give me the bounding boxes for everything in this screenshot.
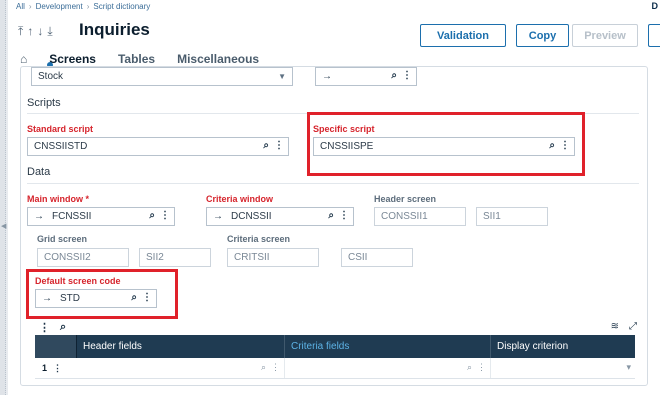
table-row[interactable]: 1 ⋮ ⌕ ⋮ ⌕ ⋮ ▾ (35, 358, 635, 379)
field-icons: ⌕ ⋮ (391, 70, 412, 81)
grid-screen-field: CONSSII2 (37, 248, 129, 267)
page: All › Development › Script dictionary D … (8, 0, 660, 395)
page-title: Inquiries (79, 20, 150, 39)
criteria-screen-abbrev-field: CSII (341, 248, 413, 267)
stock-value: Stock (38, 71, 64, 82)
standard-script-field[interactable]: CNSSIISTD ⌕ ⋮ (27, 137, 289, 156)
main-window-label: Main window * (27, 194, 89, 204)
collapse-arrow-icon[interactable]: ◀ (1, 222, 6, 230)
home-icon[interactable]: ⌂ (20, 52, 27, 66)
row-menu-icon[interactable]: ⋮ (53, 363, 77, 374)
highlight-box-default-screen (26, 269, 178, 319)
grid-toolbar-right: ≋ ⤢ (611, 321, 637, 332)
data-section-title: Data (27, 166, 51, 178)
criteria-window-label: Criteria window (206, 194, 274, 204)
header-screen-abbrev-field: SII1 (476, 207, 548, 226)
scripts-section-title: Scripts (27, 97, 61, 109)
standard-script-value: CNSSIISTD (34, 141, 88, 152)
field-icons: ⌕ ⋮ (328, 210, 349, 221)
preview-button[interactable]: Preview (572, 24, 638, 47)
tab-tables[interactable]: Tables (118, 52, 155, 66)
tab-bar: ⌂ Screens Tables Miscellaneous (20, 52, 259, 68)
expand-icon[interactable]: ⤢ (629, 321, 637, 332)
row-number: 1 (41, 363, 47, 373)
breadcrumb-all[interactable]: All (16, 2, 25, 11)
tab-screens[interactable]: Screens (47, 52, 96, 68)
criteria-screen-label: Criteria screen (227, 234, 291, 244)
cell-icons: ⌕ ⋮ (261, 362, 280, 373)
record-navigation: ⤒ ↑ ↓ ⤓ (18, 24, 53, 39)
chevron-right-icon: › (28, 2, 32, 11)
search-icon[interactable]: ⌕ (149, 210, 155, 221)
top-right-field[interactable]: → ⌕ ⋮ (315, 67, 417, 86)
header-screen-field: CONSSII1 (374, 207, 466, 226)
layers-icon[interactable]: ≋ (611, 321, 619, 332)
grid-toolbar: ⋮ ⌕ (39, 321, 66, 334)
arrow-right-icon[interactable]: → (34, 211, 44, 222)
chevron-right-icon: › (86, 2, 90, 11)
main-window-field[interactable]: → FCNSSII ⌕ ⋮ (27, 207, 175, 226)
header-screen-label: Header screen (374, 194, 437, 204)
search-icon[interactable]: ⌕ (328, 210, 334, 221)
column-display-criterion[interactable]: Display criterion (491, 335, 635, 358)
more-vertical-icon[interactable]: ⋮ (160, 210, 170, 221)
cell-icons: ⌕ ⋮ (467, 362, 486, 373)
main-window-value: FCNSSII (52, 211, 92, 222)
grid-screen-label: Grid screen (37, 234, 88, 244)
left-panel-edge[interactable]: ◀ (0, 0, 6, 395)
main-window-label-text: Main window (27, 194, 83, 204)
arrow-right-icon[interactable]: → (322, 71, 332, 82)
screens-card: Stock ▼ → ⌕ ⋮ Scripts Standard script CN… (20, 66, 648, 386)
validation-button[interactable]: Validation (420, 24, 506, 47)
search-icon[interactable]: ⌕ (60, 321, 66, 334)
required-marker: * (85, 194, 90, 204)
criteria-fields-cell[interactable]: ⌕ ⋮ (285, 358, 491, 378)
chevron-down-icon[interactable]: ▼ (278, 72, 286, 81)
display-criterion-cell[interactable]: ▾ (491, 358, 635, 378)
copy-button[interactable]: Copy (516, 24, 569, 47)
first-record-icon[interactable]: ⤒ (18, 24, 23, 39)
field-icons: ⌕ ⋮ (149, 210, 170, 221)
more-vertical-icon[interactable]: ⋮ (39, 321, 50, 334)
column-header-fields[interactable]: Header fields (77, 335, 285, 358)
grid-screen-abbrev-field: SII2 (139, 248, 211, 267)
more-button[interactable] (648, 24, 660, 47)
more-vertical-icon[interactable]: ⋮ (477, 362, 486, 373)
stock-select[interactable]: Stock ▼ (31, 67, 293, 86)
more-vertical-icon[interactable]: ⋮ (339, 210, 349, 221)
more-vertical-icon[interactable]: ⋮ (271, 362, 280, 373)
breadcrumb-development[interactable]: Development (36, 2, 83, 11)
criteria-screen-field: CRITSII (227, 248, 319, 267)
arrow-right-icon[interactable]: → (213, 211, 223, 222)
last-record-icon[interactable]: ⤓ (47, 24, 52, 39)
field-icons: ⌕ ⋮ (263, 140, 284, 151)
more-vertical-icon[interactable]: ⋮ (402, 70, 412, 81)
tab-miscellaneous[interactable]: Miscellaneous (177, 52, 259, 66)
standard-script-label: Standard script (27, 124, 94, 134)
header-fields-cell[interactable]: ⌕ ⋮ (77, 358, 285, 378)
search-icon[interactable]: ⌕ (467, 362, 472, 373)
breadcrumb: All › Development › Script dictionary (16, 2, 150, 11)
breadcrumb-script-dictionary[interactable]: Script dictionary (93, 2, 150, 11)
search-icon[interactable]: ⌕ (261, 362, 266, 373)
search-icon[interactable]: ⌕ (391, 70, 397, 81)
column-criteria-fields[interactable]: Criteria fields (285, 335, 491, 358)
highlight-box-specific-script (307, 112, 585, 176)
previous-record-icon[interactable]: ↑ (27, 24, 33, 39)
next-record-icon[interactable]: ↓ (37, 24, 43, 39)
chevron-down-icon[interactable]: ▾ (626, 362, 631, 373)
more-vertical-icon[interactable]: ⋮ (274, 140, 284, 151)
divider (27, 183, 639, 184)
search-icon[interactable]: ⌕ (263, 140, 269, 151)
criteria-window-field[interactable]: → DCNSSII ⌕ ⋮ (206, 207, 354, 226)
corner-badge[interactable]: D (652, 1, 659, 11)
select-all-cell[interactable] (35, 335, 77, 358)
criteria-window-value: DCNSSII (231, 211, 272, 222)
table-header: Header fields Criteria fields Display cr… (35, 335, 635, 358)
